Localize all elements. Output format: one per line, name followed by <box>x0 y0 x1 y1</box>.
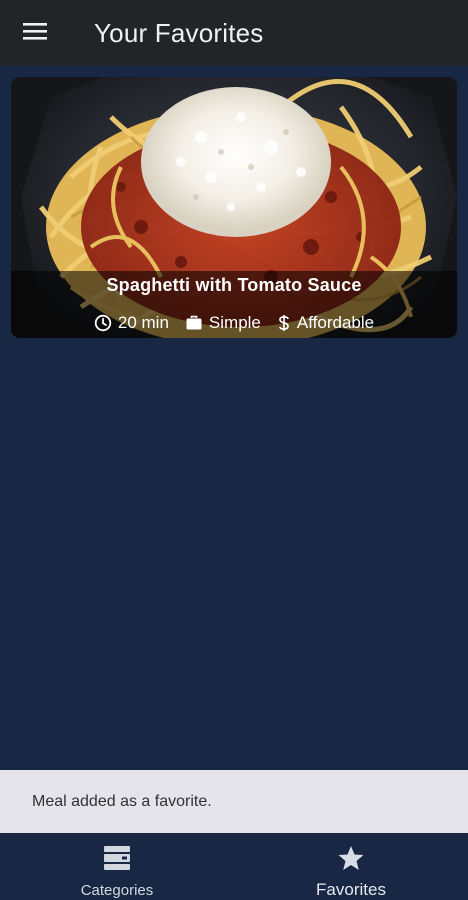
meal-affordability: Affordable <box>277 313 374 333</box>
star-icon <box>337 845 365 876</box>
meal-duration-text: 20 min <box>117 313 169 332</box>
menu-icon <box>22 21 48 46</box>
snackbar-message: Meal added as a favorite. <box>32 792 212 810</box>
meal-complexity-text: Simple <box>208 313 261 332</box>
bottom-navigation: Categories Favorites <box>0 835 468 900</box>
meal-affordability-text: Affordable <box>296 313 375 332</box>
categories-icon <box>103 845 131 876</box>
snackbar: Meal added as a favorite. <box>0 770 468 833</box>
meal-meta: 20 min Simple Affordable <box>11 313 457 333</box>
app-bar: Your Favorites <box>0 0 468 66</box>
nav-label-favorites: Favorites <box>316 880 386 899</box>
meal-duration: 20 min <box>94 313 169 333</box>
meal-card[interactable]: Spaghetti with Tomato Sauce 20 min Simpl… <box>11 77 457 338</box>
nav-label-categories: Categories <box>80 882 154 899</box>
app-root: Your Favorites Spaghetti with Tomato Sau… <box>0 0 468 900</box>
page-title: Your Favorites <box>94 17 264 48</box>
dollar-icon <box>277 314 291 332</box>
meal-complexity: Simple <box>185 313 261 333</box>
menu-button[interactable] <box>0 0 70 66</box>
nav-item-favorites[interactable]: Favorites <box>234 835 468 900</box>
clock-icon <box>94 314 112 332</box>
meal-title: Spaghetti with Tomato Sauce <box>106 275 362 295</box>
nav-item-categories[interactable]: Categories <box>0 835 234 900</box>
briefcase-icon <box>185 314 203 332</box>
